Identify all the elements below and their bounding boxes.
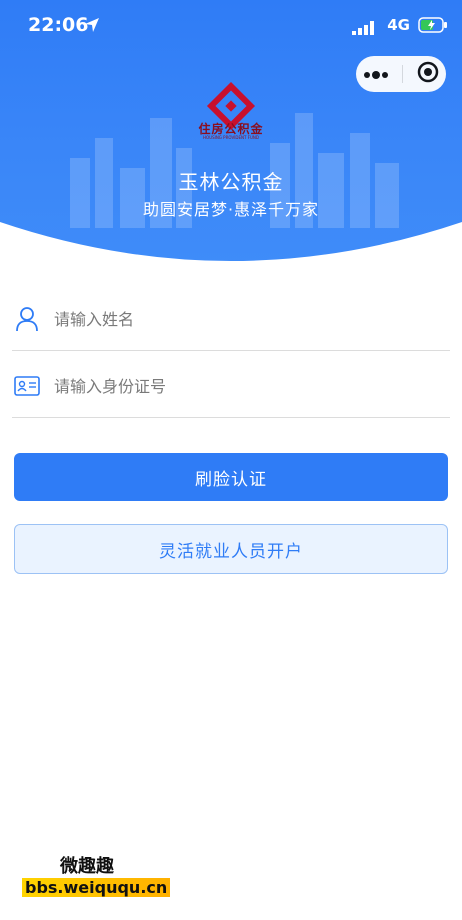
page-title: 玉林公积金: [178, 170, 284, 194]
more-dots-icon[interactable]: [363, 65, 389, 84]
id-number-input[interactable]: [52, 375, 416, 397]
battery-charging-icon: [418, 16, 448, 38]
watermark-top-text: 微趣趣: [60, 856, 114, 877]
watermark-url-text: bbs.weiququ.cn: [22, 878, 171, 897]
id-card-icon: [12, 371, 42, 401]
status-bar: 22:06 4G: [0, 0, 462, 50]
name-field: [12, 288, 450, 351]
cellular-signal-icon: [352, 18, 374, 40]
status-time: 22:06: [28, 14, 89, 36]
page-slogan: 助圆安居梦·惠泽千万家: [142, 200, 320, 219]
target-circle-icon[interactable]: [417, 61, 439, 87]
user-icon: [12, 304, 42, 334]
face-auth-button[interactable]: 刷脸认证: [14, 453, 448, 501]
network-type: 4G: [387, 16, 410, 34]
watermark: 微趣趣 bbs.weiququ.cn: [22, 852, 202, 912]
logo-subtext: HOUSING PROVIDENT FUND: [203, 135, 259, 140]
location-arrow-icon: [84, 16, 100, 38]
flexible-employment-account-button[interactable]: 灵活就业人员开户: [14, 524, 448, 574]
capsule-divider: [402, 65, 404, 83]
name-input[interactable]: [52, 308, 416, 330]
miniprogram-capsule: [356, 56, 446, 92]
id-field: [12, 355, 450, 418]
